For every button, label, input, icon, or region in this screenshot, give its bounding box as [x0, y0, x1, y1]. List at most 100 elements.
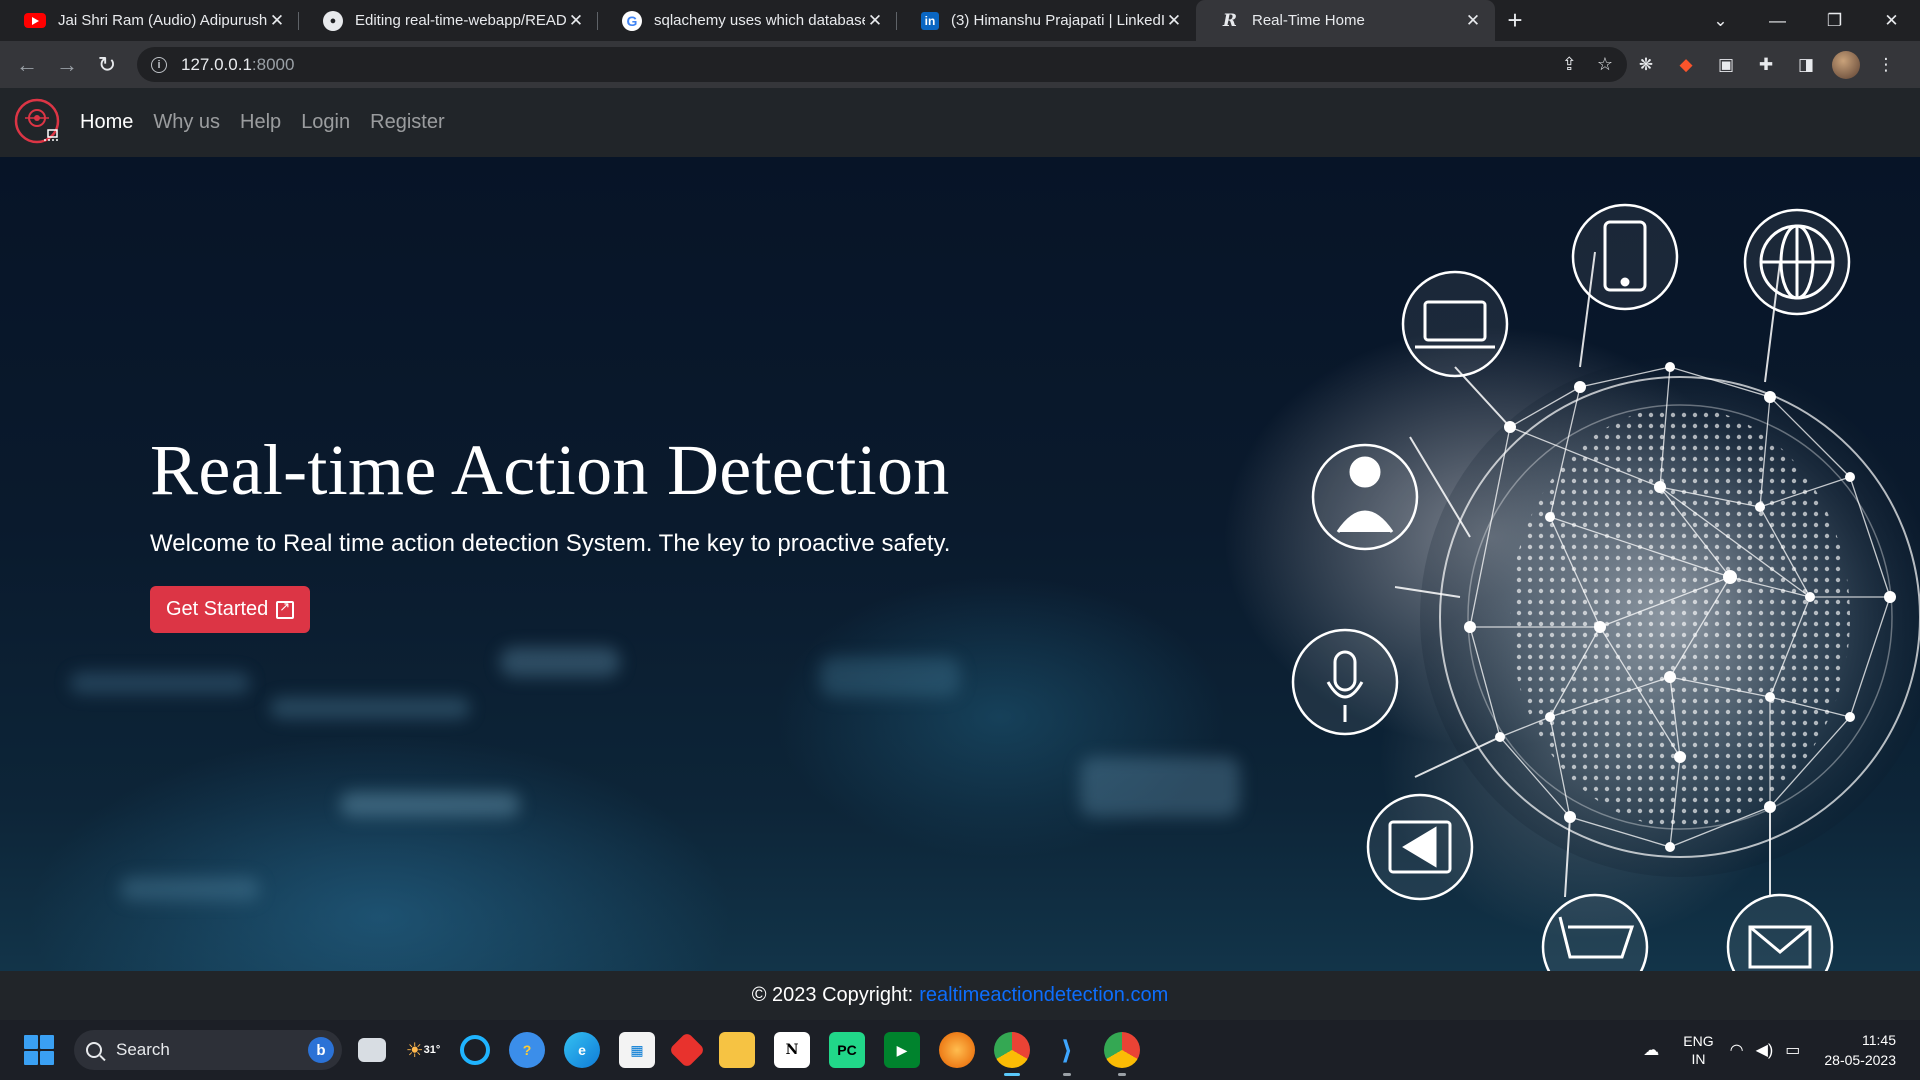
- browser-tab-strip: Jai Shri Ram (Audio) Adipurush | Prabh ✕…: [0, 0, 1920, 41]
- task-view-icon[interactable]: [358, 1038, 386, 1062]
- cortana-icon[interactable]: [460, 1035, 490, 1065]
- tab-title: Editing real-time-webapp/README.md: [355, 12, 566, 29]
- get-started-button[interactable]: Get Started: [150, 586, 311, 633]
- background-blur: [70, 672, 250, 694]
- tab-title: Jai Shri Ram (Audio) Adipurush | Prabh: [58, 12, 267, 29]
- hero-content: Real-time Action Detection Welcome to Re…: [150, 429, 950, 633]
- background-blur: [120, 877, 260, 901]
- close-tab-icon[interactable]: ✕: [865, 11, 885, 31]
- close-window-button[interactable]: ✕: [1863, 0, 1920, 41]
- tray-icons[interactable]: ◠ ◀) ▭: [1730, 1040, 1801, 1060]
- minimize-button[interactable]: —: [1749, 0, 1806, 41]
- site-logo-icon[interactable]: [12, 96, 66, 150]
- close-tab-icon[interactable]: ✕: [1463, 11, 1483, 31]
- back-button[interactable]: ←: [7, 45, 47, 85]
- tab-linkedin[interactable]: in (3) Himanshu Prajapati | LinkedIn ✕: [897, 0, 1196, 41]
- nav-link-why-us[interactable]: Why us: [153, 111, 220, 134]
- picture-in-picture-icon[interactable]: ▣: [1712, 51, 1740, 79]
- linkedin-icon: in: [921, 11, 939, 30]
- footer-site-link[interactable]: realtimeactiondetection.com: [919, 984, 1168, 1007]
- windows-taskbar: Search b ☀ 31° ? e ▦ N PC ▶ ⟩ ☁ ENG IN ◠ …: [0, 1020, 1920, 1080]
- chatgpt-extension-icon[interactable]: ❋: [1632, 51, 1660, 79]
- external-link-icon: [276, 599, 295, 619]
- microsoft-store-icon[interactable]: ▦: [619, 1032, 655, 1068]
- tab-search-icon[interactable]: ⌄: [1692, 0, 1749, 41]
- windows-logo-icon: [40, 1051, 54, 1065]
- hero-title: Real-time Action Detection: [150, 430, 950, 510]
- github-icon: ●: [323, 10, 343, 31]
- reload-button[interactable]: ↻: [87, 45, 127, 85]
- weather-temp: 31°: [423, 1044, 441, 1056]
- url-text[interactable]: 127.0.0.1:8000: [181, 55, 294, 75]
- browser-menu-icon[interactable]: ⋮: [1872, 51, 1900, 79]
- google-meet-icon[interactable]: ▶: [884, 1032, 920, 1068]
- search-icon: [86, 1042, 102, 1058]
- copyright-text: © 2023 Copyright:: [751, 984, 914, 1006]
- tab-youtube[interactable]: Jai Shri Ram (Audio) Adipurush | Prabh ✕: [0, 0, 299, 41]
- url-host: 127.0.0.1: [181, 54, 252, 74]
- weather-widget-icon[interactable]: ☀ 31°: [405, 1032, 441, 1068]
- hero-subtitle: Welcome to Real time action detection Sy…: [150, 530, 951, 557]
- extensions-puzzle-icon[interactable]: ✚: [1752, 51, 1780, 79]
- file-explorer-icon[interactable]: [719, 1032, 755, 1068]
- language-indicator[interactable]: ENG IN: [1683, 1032, 1713, 1068]
- get-help-icon[interactable]: ?: [509, 1032, 545, 1068]
- firefox-icon[interactable]: [939, 1032, 975, 1068]
- laptop-node-icon: [1401, 270, 1509, 378]
- language-code: ENG: [1683, 1033, 1714, 1049]
- background-blur: [270, 697, 470, 719]
- nav-link-home[interactable]: Home: [80, 111, 133, 134]
- nav-link-login[interactable]: Login: [301, 111, 350, 134]
- taskbar-apps: ☀ 31° ? e ▦ N PC ▶ ⟩: [358, 1031, 1140, 1076]
- start-button[interactable]: [24, 1035, 54, 1065]
- battery-icon: ▭: [1785, 1042, 1801, 1059]
- vscode-icon[interactable]: ⟩: [1049, 1032, 1085, 1076]
- notion-icon[interactable]: N: [774, 1032, 810, 1068]
- bing-icon[interactable]: b: [308, 1037, 334, 1063]
- anydesk-icon[interactable]: [668, 1031, 706, 1069]
- clock-time: 11:45: [1862, 1032, 1896, 1048]
- hero-section: Real-time Action Detection Welcome to Re…: [0, 157, 1920, 971]
- tab-title: (3) Himanshu Prajapati | LinkedIn: [951, 12, 1164, 29]
- restore-button[interactable]: ❐: [1806, 0, 1863, 41]
- chrome-profile-icon[interactable]: [1104, 1032, 1140, 1076]
- close-tab-icon[interactable]: ✕: [566, 11, 586, 31]
- tab-title: sqlachemy uses which database: [654, 12, 865, 29]
- region-code: IN: [1691, 1051, 1706, 1067]
- pycharm-icon[interactable]: PC: [829, 1032, 865, 1068]
- onedrive-icon[interactable]: ☁: [1643, 1040, 1659, 1060]
- close-tab-icon[interactable]: ✕: [267, 11, 287, 31]
- edge-browser-icon[interactable]: e: [564, 1032, 600, 1068]
- windows-logo-icon: [40, 1035, 54, 1049]
- globe-network-illustration: [1291, 203, 1920, 971]
- chrome-icon[interactable]: [994, 1032, 1030, 1076]
- background-blur: [500, 647, 620, 677]
- taskbar-search-label: Search: [116, 1040, 170, 1059]
- forward-button[interactable]: →: [47, 45, 87, 85]
- tab-google[interactable]: G sqlachemy uses which database ✕: [598, 0, 897, 41]
- extensions-area: ❋ ◆ ▣ ✚ ◨ ⋮: [1632, 41, 1900, 88]
- new-tab-button[interactable]: +: [1495, 0, 1535, 41]
- nav-link-register[interactable]: Register: [370, 111, 444, 134]
- background-blur: [340, 792, 520, 817]
- site-info-icon[interactable]: i: [151, 56, 167, 73]
- tab-real-time-home[interactable]: R Real-Time Home ✕: [1196, 0, 1495, 41]
- share-icon[interactable]: ⇪: [1562, 54, 1577, 75]
- profile-avatar[interactable]: [1832, 50, 1860, 79]
- clock[interactable]: 11:45 28-05-2023: [1824, 1030, 1896, 1070]
- volume-icon: ◀): [1755, 1042, 1774, 1059]
- brave-extension-icon[interactable]: ◆: [1672, 51, 1700, 79]
- tab-github[interactable]: ● Editing real-time-webapp/README.md ✕: [299, 0, 598, 41]
- nav-link-help[interactable]: Help: [240, 111, 281, 134]
- close-tab-icon[interactable]: ✕: [1164, 11, 1184, 31]
- address-bar[interactable]: i 127.0.0.1:8000 ⇪ ☆: [137, 47, 1627, 82]
- wifi-icon: ◠: [1729, 1042, 1744, 1059]
- windows-logo-icon: [24, 1051, 38, 1065]
- youtube-icon: [24, 13, 46, 28]
- bookmark-star-icon[interactable]: ☆: [1597, 54, 1613, 75]
- side-panel-icon[interactable]: ◨: [1792, 51, 1820, 79]
- taskbar-search[interactable]: Search b: [74, 1030, 342, 1070]
- site-navbar: Home Why us Help Login Register: [0, 88, 1920, 157]
- background-blur: [1080, 757, 1240, 817]
- windows-logo-icon: [24, 1035, 38, 1049]
